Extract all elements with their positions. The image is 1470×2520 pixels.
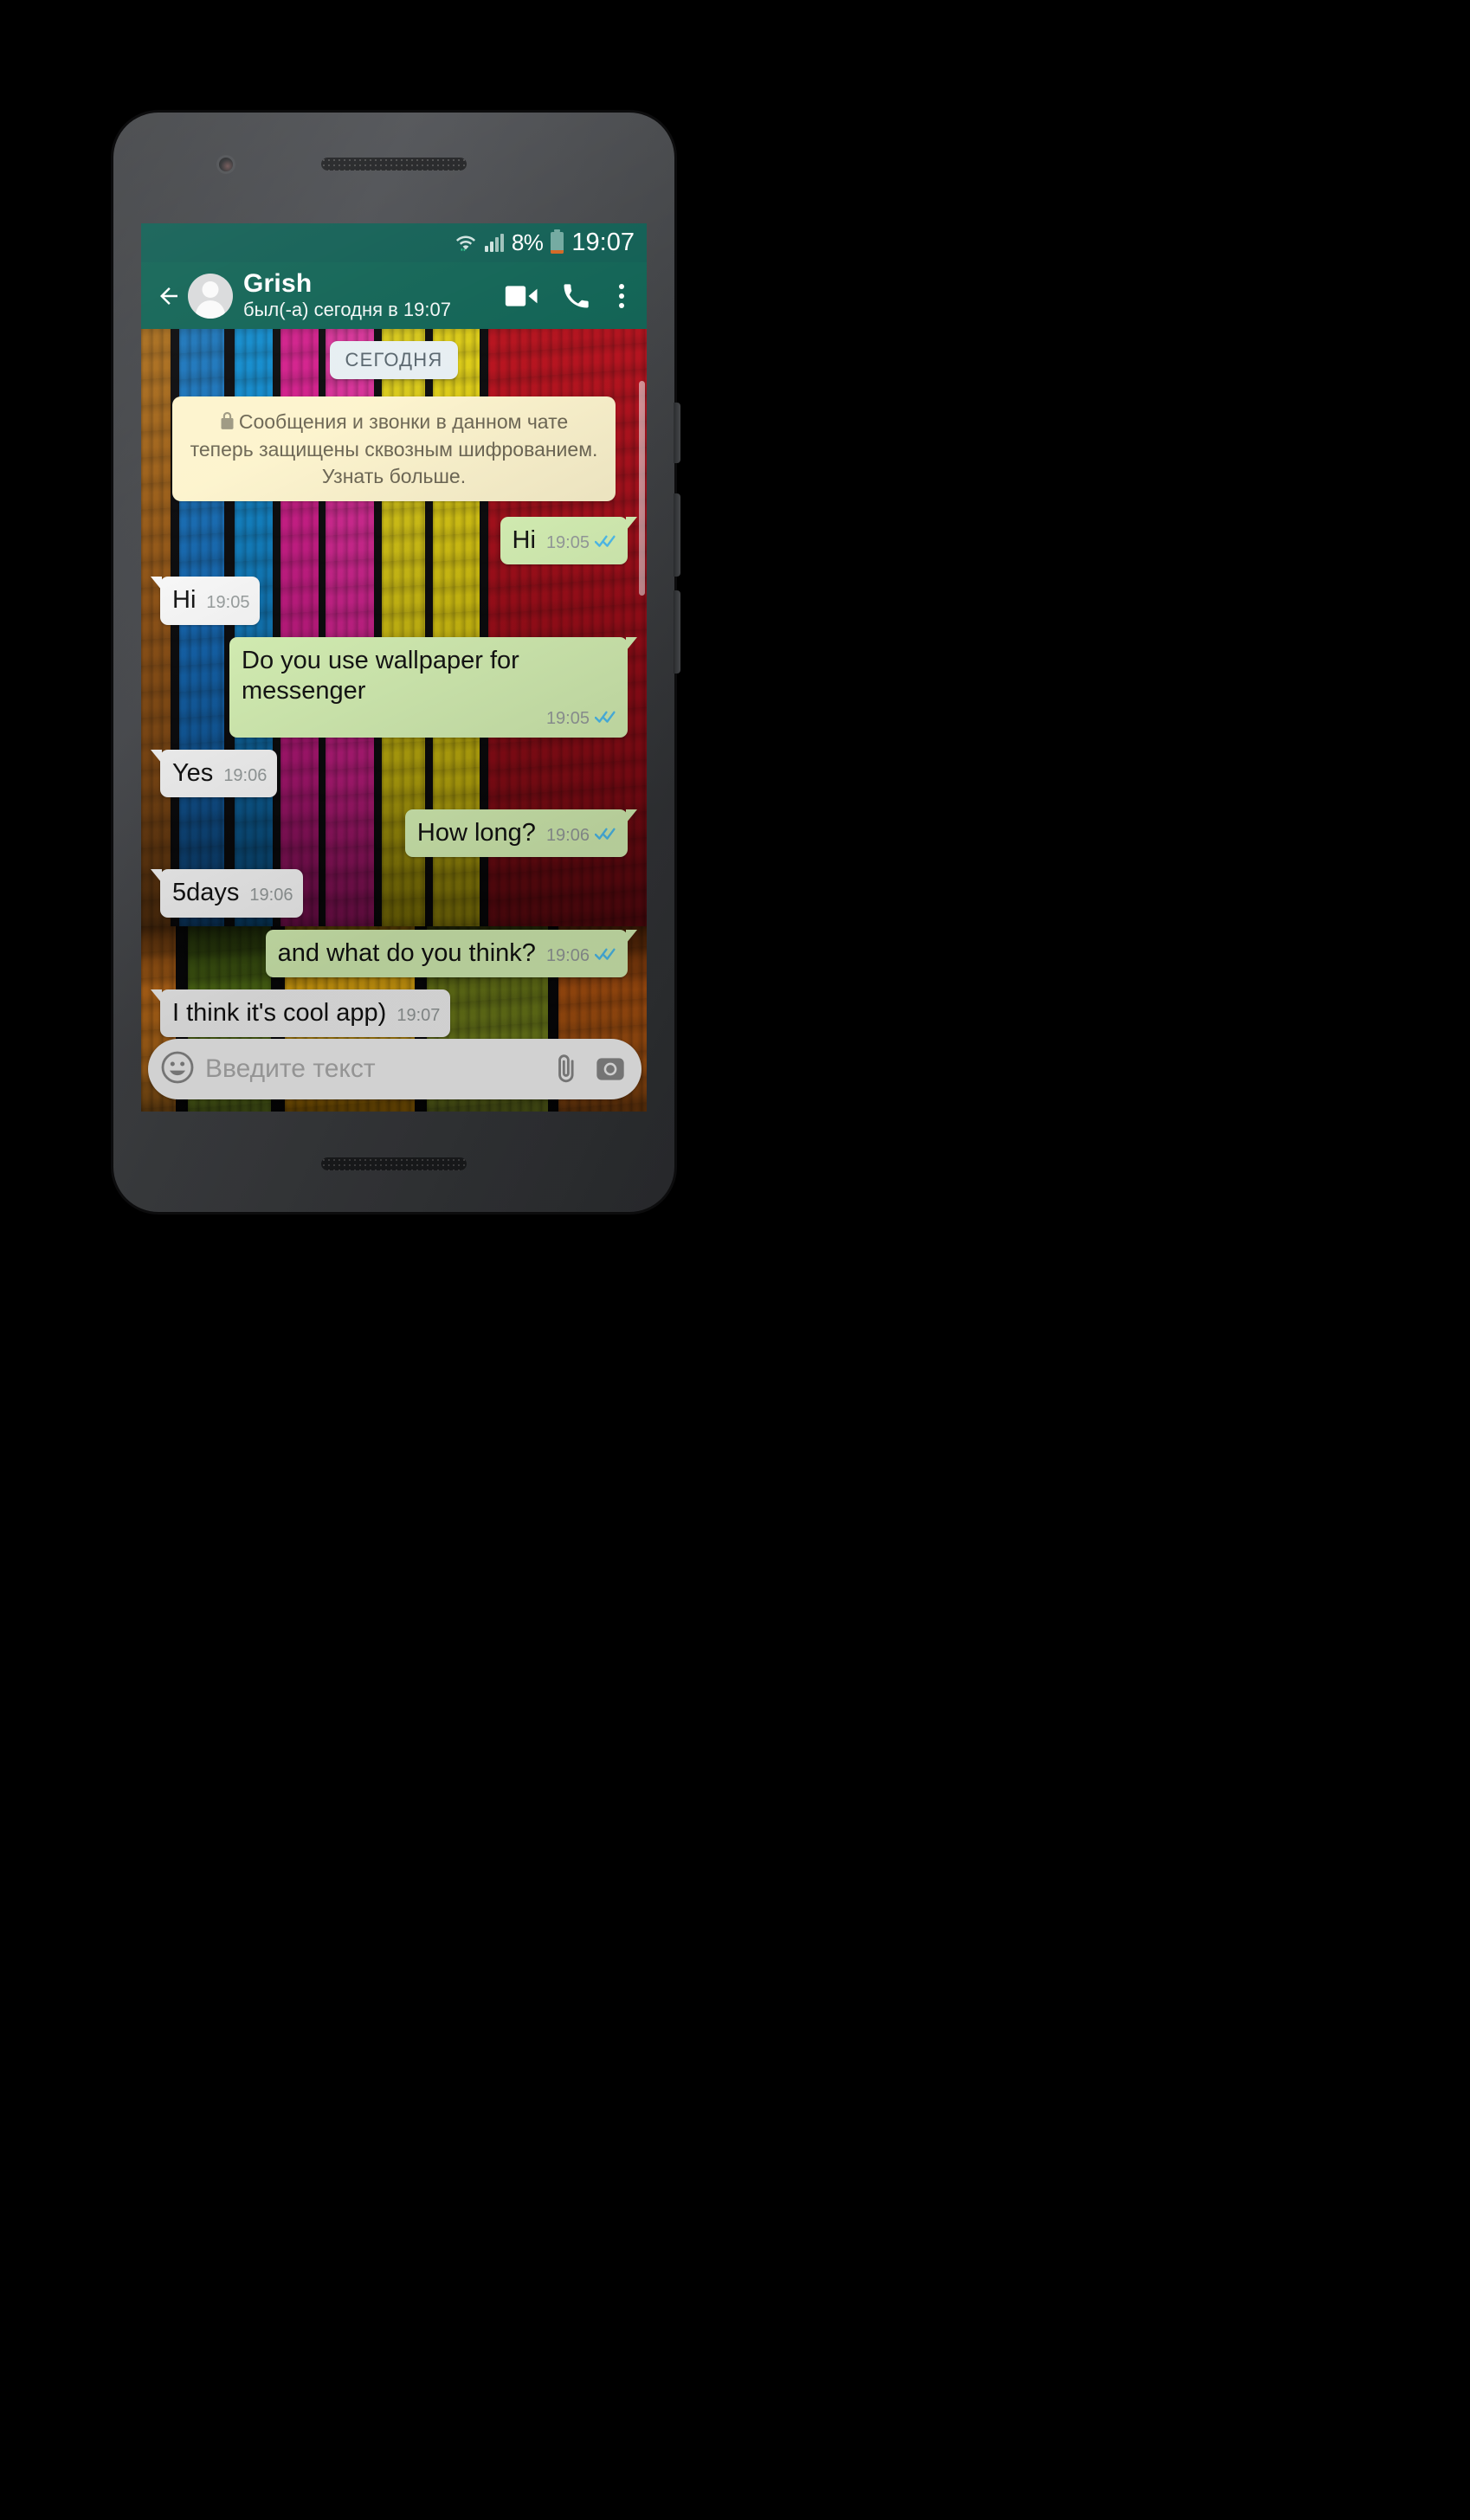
lock-icon [220,410,235,436]
message-list[interactable]: СЕГОДНЯ Сообщения и звонки в данном чате… [141,329,647,1112]
message-row: Yes 19:06 [150,749,636,797]
message-meta: 19:06 [223,766,267,786]
message-meta: 19:06 [546,946,617,966]
phone-device: 8% 19:07 Grish был(-а) сегодня в 19:07 С… [113,113,680,1212]
battery-percent-label: 8% [511,229,544,255]
message-text: How long? [416,818,536,847]
message-time: 19:06 [249,886,293,906]
read-receipt-icon [594,947,617,965]
day-divider-chip: СЕГОДНЯ [329,341,459,379]
message-text: Hi [512,526,536,555]
message-row: Hi 19:05 [150,577,636,625]
camera-icon[interactable] [593,1052,628,1086]
read-receipt-icon [594,534,617,552]
message-row: Hi 19:05 [152,517,638,565]
video-call-icon[interactable] [505,283,539,309]
message-text: Do you use wallpaper for messenger [242,646,519,706]
message-bubble-incoming[interactable]: I think it's cool app) 19:07 [150,989,451,1038]
status-clock: 19:07 [571,229,635,256]
message-row: 5days 19:06 [150,869,636,918]
cellular-signal-icon [484,233,504,252]
message-meta: 19:05 [206,593,249,613]
message-composer [148,1039,642,1099]
message-time: 19:06 [223,765,268,785]
chat-app-bar: Grish был(-а) сегодня в 19:07 [141,262,647,329]
encryption-notice-row: Сообщения и звонки в данном чате теперь … [152,396,636,502]
contact-status: был(-а) сегодня в 19:07 [243,299,451,320]
bottom-speaker [321,1157,467,1170]
power-button[interactable] [674,403,680,463]
search-input[interactable] [205,1054,539,1084]
message-bubble-incoming[interactable]: Hi 19:05 [150,577,261,625]
message-row: I think it's cool app) 19:07 [150,989,636,1038]
message-bubble-outgoing[interactable]: How long? 19:06 [404,809,638,858]
encryption-notice[interactable]: Сообщения и звонки в данном чате теперь … [172,396,616,502]
message-bubble-outgoing[interactable]: Hi 19:05 [500,517,638,565]
front-camera-icon [219,158,233,171]
phone-screen: 8% 19:07 Grish был(-а) сегодня в 19:07 С… [141,223,647,1112]
message-bubble-outgoing[interactable]: Do you use wallpaper for messenger 19:05 [229,636,637,738]
emoji-smiley-icon[interactable] [160,1050,195,1089]
message-meta: 19:05 [546,533,617,553]
composer-pill[interactable] [148,1039,642,1099]
day-divider-row: СЕГОДНЯ [152,341,636,379]
contact-header[interactable]: Grish был(-а) сегодня в 19:07 [243,268,505,322]
message-row: and what do you think? 19:06 [152,929,638,978]
message-text: Yes [172,758,214,787]
volume-up-button[interactable] [674,493,680,577]
status-bar: 8% 19:07 [141,223,647,262]
message-text: Hi [172,586,197,615]
read-receipt-icon [594,827,617,845]
wifi-icon [455,233,477,254]
message-meta: 19:05 [242,709,617,729]
message-time: 19:05 [545,708,590,728]
phone-call-icon[interactable] [562,282,590,310]
battery-icon [551,229,564,254]
earpiece-speaker [321,158,467,171]
message-time: 19:05 [206,593,250,613]
message-text: I think it's cool app) [172,999,387,1028]
message-meta: 19:06 [249,886,293,906]
message-time: 19:07 [397,1006,441,1026]
message-bubble-outgoing[interactable]: and what do you think? 19:06 [265,929,638,978]
paperclip-attach-icon[interactable] [550,1053,583,1086]
message-time: 19:06 [545,945,590,965]
message-text: 5days [172,879,240,907]
encryption-notice-text: Сообщения и звонки в данном чате теперь … [190,410,598,487]
read-receipt-icon [594,710,617,728]
message-meta: 19:07 [397,1006,440,1026]
volume-down-button[interactable] [674,590,680,674]
app-bar-actions [505,280,636,312]
more-options-icon[interactable] [612,280,631,312]
message-meta: 19:06 [546,826,617,846]
message-bubble-incoming[interactable]: 5days 19:06 [150,869,304,918]
message-text: and what do you think? [277,938,536,967]
message-time: 19:06 [545,825,590,845]
back-arrow-icon[interactable] [152,277,186,315]
contact-name: Grish [243,268,313,298]
avatar[interactable] [188,273,233,319]
message-row: Do you use wallpaper for messenger 19:05 [152,636,637,738]
message-row: How long? 19:06 [152,809,638,858]
message-bubble-incoming[interactable]: Yes 19:06 [150,749,278,797]
chat-scrollbar[interactable] [639,381,645,596]
message-time: 19:05 [545,533,590,553]
